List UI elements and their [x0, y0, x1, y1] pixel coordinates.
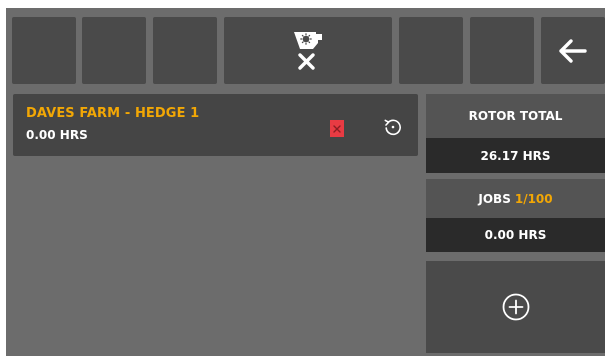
- reset-job-button[interactable]: [381, 115, 405, 139]
- back-button[interactable]: [541, 17, 605, 84]
- job-list-item[interactable]: DAVES FARM - HEDGE 1 0.00 HRS: [13, 94, 418, 156]
- close-icon: [298, 52, 315, 70]
- add-circle-icon: [502, 293, 529, 321]
- jobs-count: 1/100: [514, 191, 553, 206]
- add-job-button[interactable]: [426, 261, 605, 353]
- back-arrow-icon: [559, 38, 587, 63]
- delete-icon: [329, 120, 344, 137]
- rotor-total-value-box: 26.17 HRS: [426, 138, 605, 173]
- job-name: DAVES FARM - HEDGE 1: [26, 106, 200, 121]
- screen: DAVES FARM - HEDGE 1 0.00 HRS ROTOR TOTA…: [6, 8, 605, 356]
- jobs-label: JOBS: [478, 191, 511, 206]
- jobs-value: 0.00 HRS: [484, 228, 547, 242]
- delete-job-button[interactable]: [326, 118, 347, 139]
- toolbar-button-3[interactable]: [153, 17, 217, 84]
- jobs-value-box: 0.00 HRS: [426, 218, 605, 252]
- reset-icon: [384, 119, 401, 136]
- rotor-total-header: ROTOR TOTAL: [426, 94, 605, 138]
- cancel-machine-button[interactable]: [224, 17, 392, 84]
- machine-cancel-icon: [294, 31, 322, 70]
- jobs-header: JOBS 1/100: [426, 179, 605, 218]
- job-hours: 0.00 HRS: [26, 128, 88, 142]
- toolbar-button-6[interactable]: [470, 17, 534, 84]
- toolbar-button-5[interactable]: [399, 17, 463, 84]
- toolbar-button-1[interactable]: [12, 17, 76, 84]
- machine-icon: [294, 31, 322, 49]
- toolbar-button-2[interactable]: [82, 17, 146, 84]
- rotor-total-value: 26.17 HRS: [480, 148, 551, 163]
- rotor-total-label: ROTOR TOTAL: [468, 109, 563, 123]
